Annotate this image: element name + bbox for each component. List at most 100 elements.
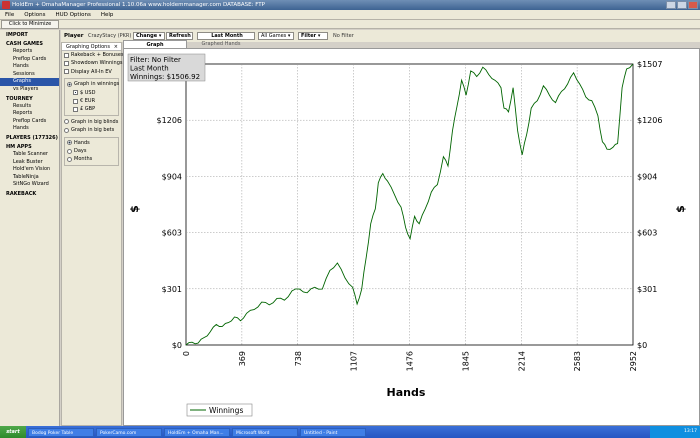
- info-winnings: Winnings: $1506.92: [130, 73, 200, 81]
- y-tick-label-left: $301: [162, 285, 182, 294]
- game-filter-select[interactable]: All Games ▾: [258, 32, 294, 40]
- radio-icon: [67, 81, 72, 87]
- date-range-select[interactable]: Last Month: [197, 32, 255, 40]
- legend: Winnings: [186, 403, 253, 417]
- option-label: Showdown Winnings: [71, 60, 123, 67]
- x-tick-label: 1845: [461, 351, 470, 371]
- menu-bar: File Options HUD Options Help: [0, 10, 700, 20]
- radio-icon: [67, 148, 72, 154]
- title-bar: HoldEm + OmahaManager Professional 1.10.…: [0, 0, 700, 10]
- panel-title: Graphing Options: [66, 44, 110, 50]
- menu-item-file[interactable]: File: [0, 10, 19, 19]
- click-to-minimize-button[interactable]: Click to Minimize: [1, 20, 59, 29]
- panel-header: Graphing Options ×: [62, 43, 121, 51]
- unit-label: Graph in big bets: [71, 127, 115, 134]
- sidebar-item-reports[interactable]: Reports: [0, 110, 59, 118]
- sidebar-section-players-177326[interactable]: PLAYERS (177326): [0, 134, 59, 142]
- app-icon: [2, 1, 10, 9]
- sidebar-item-hands[interactable]: Hands: [0, 125, 59, 133]
- toolbar: Click to Minimize: [0, 20, 700, 29]
- sidebar-section-hm-apps[interactable]: HM APPS: [0, 143, 59, 151]
- y-axis-label-left: $: [128, 205, 141, 213]
- tab-graph[interactable]: Graph: [123, 40, 187, 48]
- currency-label: € EUR: [80, 97, 96, 104]
- sidebar-section-cash-games[interactable]: CASH GAMES: [0, 40, 59, 48]
- graphing-options-panel: Graphing Options × Rakeback + Bonuses Sho…: [61, 42, 124, 426]
- maximize-icon[interactable]: [677, 1, 687, 9]
- y-tick-label-right: $1206: [637, 116, 662, 125]
- sidebar-item-leak-buster[interactable]: Leak Buster: [0, 159, 59, 167]
- sidebar-item-results[interactable]: Results: [0, 103, 59, 111]
- minimize-icon[interactable]: [666, 1, 676, 9]
- y-axis-label-right: $: [674, 205, 687, 213]
- x-axis-option-days[interactable]: Days: [65, 147, 118, 155]
- taskbar-button[interactable]: Untitled - Paint: [300, 427, 366, 437]
- taskbar-button[interactable]: HoldEm + Omaha Man...: [164, 427, 230, 437]
- x-axis-option-hands[interactable]: Hands: [65, 139, 118, 147]
- checkbox-icon: [64, 69, 69, 75]
- menu-item-hud-options[interactable]: HUD Options: [50, 10, 95, 19]
- x-tick-label: 2583: [573, 351, 582, 371]
- unit-option[interactable]: Graph in big blinds: [62, 118, 121, 126]
- info-filter: Filter: No Filter: [130, 56, 181, 64]
- option-showdown-winnings[interactable]: Showdown Winnings: [62, 59, 123, 67]
- x-tick-label: 1476: [406, 351, 415, 371]
- change-button[interactable]: Change ▾: [133, 32, 165, 40]
- sidebar-section-rakeback[interactable]: RAKEBACK: [0, 190, 59, 198]
- option-rakeback-bonuses[interactable]: Rakeback + Bonuses: [62, 51, 124, 59]
- sidebar-item-hands[interactable]: Hands: [0, 63, 59, 71]
- close-panel-icon[interactable]: ×: [114, 43, 118, 51]
- x-axis-option-months[interactable]: Months: [65, 155, 118, 163]
- navigation-sidebar: IMPORT CASH GAMES Reports Preflop Cards Hand…: [0, 30, 60, 426]
- taskbar-button[interactable]: Bodog Poker Table: [28, 427, 94, 437]
- checkbox-icon: [73, 90, 78, 96]
- currency-option[interactable]: £ GBP: [71, 105, 118, 113]
- menu-item-help[interactable]: Help: [96, 10, 119, 19]
- sidebar-item-graphs[interactable]: Graphs: [0, 78, 59, 86]
- window-controls: [666, 1, 698, 9]
- menu-item-options[interactable]: Options: [19, 10, 50, 19]
- start-button[interactable]: start: [0, 426, 26, 438]
- sidebar-item-sessions[interactable]: Sessions: [0, 71, 59, 79]
- x-axis-option-label: Hands: [74, 139, 90, 146]
- filter-button[interactable]: Filter ▾: [298, 32, 328, 40]
- tab-graphed-hands[interactable]: Graphed Hands: [189, 40, 253, 48]
- taskbar-button[interactable]: Microsoft Word: [232, 427, 298, 437]
- legend-label: Winnings: [209, 406, 243, 415]
- graph-in-winnings-option[interactable]: Graph in winnings: [65, 80, 119, 88]
- sidebar-item-tableninja[interactable]: TableNinja: [0, 174, 59, 182]
- taskbar-button[interactable]: PokerCamo.com: [96, 427, 162, 437]
- x-axis-group: Hands Days Months: [64, 136, 119, 166]
- refresh-button[interactable]: Refresh: [166, 32, 193, 40]
- sidebar-item-preflop-cards[interactable]: Preflop Cards: [0, 118, 59, 126]
- currency-option[interactable]: € EUR: [71, 97, 118, 105]
- sidebar-item-vs-players[interactable]: vs Players: [0, 86, 59, 94]
- sidebar-section-import[interactable]: IMPORT: [0, 31, 59, 39]
- x-tick-label: 738: [294, 351, 303, 366]
- x-tick-label: 1107: [350, 351, 359, 371]
- currency-group: Graph in winnings $ USD € EUR £ GBP: [64, 78, 119, 116]
- sidebar-item-reports[interactable]: Reports: [0, 48, 59, 56]
- chart-info-box: Filter: No Filter Last Month Winnings: $…: [127, 53, 206, 82]
- y-tick-label-right: $904: [637, 172, 657, 181]
- x-tick-label: 2952: [629, 351, 638, 371]
- checkbox-icon: [73, 107, 78, 113]
- sidebar-item-table-scanner[interactable]: Table Scanner: [0, 151, 59, 159]
- system-tray: 13:17: [650, 426, 700, 438]
- option-display-all-in-ev[interactable]: Display All-In EV: [62, 68, 121, 76]
- currency-option[interactable]: $ USD: [71, 89, 118, 97]
- x-axis-option-label: Days: [74, 147, 87, 154]
- unit-label: Graph in big blinds: [71, 118, 119, 125]
- close-icon[interactable]: [688, 1, 698, 9]
- x-axis-option-label: Months: [74, 156, 93, 163]
- radio-icon: [67, 140, 72, 146]
- sidebar-section-tourney[interactable]: TOURNEY: [0, 95, 59, 103]
- option-label: Display All-In EV: [71, 68, 112, 75]
- unit-option[interactable]: Graph in big bets: [62, 126, 121, 134]
- sidebar-item-preflop-cards[interactable]: Preflop Cards: [0, 56, 59, 64]
- option-label: Rakeback + Bonuses: [71, 52, 124, 58]
- window-title: HoldEm + OmahaManager Professional 1.10.…: [12, 2, 265, 8]
- radio-icon: [64, 127, 69, 133]
- sidebar-item-hold-em-vision[interactable]: Hold'em Vision: [0, 166, 59, 174]
- sidebar-item-sitngo-wizard[interactable]: SitNGo Wizard: [0, 181, 59, 189]
